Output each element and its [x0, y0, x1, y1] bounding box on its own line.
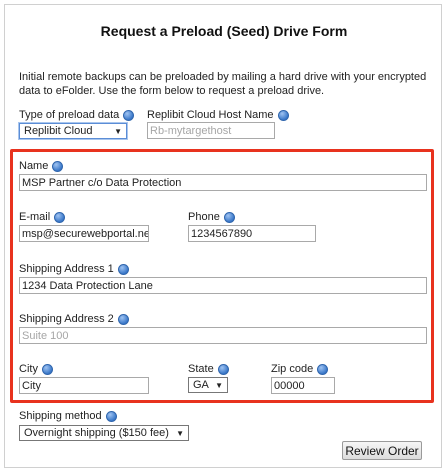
address1-label: Shipping Address 1	[19, 263, 129, 275]
chevron-down-icon: ▼	[114, 126, 122, 136]
help-icon[interactable]	[223, 211, 235, 223]
zip-input[interactable]: 00000	[271, 377, 335, 394]
city-label: City	[19, 363, 53, 375]
preload-type-label: Type of preload data	[19, 109, 135, 121]
help-icon[interactable]	[277, 109, 289, 121]
help-icon[interactable]	[52, 160, 64, 172]
help-icon[interactable]	[217, 363, 229, 375]
name-input[interactable]: MSP Partner c/o Data Protection	[19, 174, 427, 191]
state-select[interactable]: GA ▼	[188, 377, 228, 393]
shipping-method-label: Shipping method	[19, 410, 117, 422]
name-label: Name	[19, 160, 64, 172]
email-input[interactable]: msp@securewebportal.ne	[19, 225, 149, 242]
preload-type-select[interactable]: Replibit Cloud ▼	[19, 123, 127, 139]
address2-input[interactable]: Suite 100	[19, 327, 427, 344]
zip-label: Zip code	[271, 363, 329, 375]
help-icon[interactable]	[117, 263, 129, 275]
host-name-input[interactable]: Rb-mytargethost	[147, 122, 275, 139]
help-icon[interactable]	[105, 410, 117, 422]
address1-input[interactable]: 1234 Data Protection Lane	[19, 277, 427, 294]
email-label: E-mail	[19, 211, 66, 223]
state-label: State	[188, 363, 229, 375]
help-icon[interactable]	[54, 211, 66, 223]
phone-label: Phone	[188, 211, 235, 223]
phone-input[interactable]: 1234567890	[188, 225, 316, 242]
chevron-down-icon: ▼	[176, 428, 184, 438]
city-input[interactable]: City	[19, 377, 149, 394]
shipping-method-select[interactable]: Overnight shipping ($150 fee) ▼	[19, 425, 189, 441]
chevron-down-icon: ▼	[215, 380, 223, 390]
review-order-button[interactable]: Review Order	[342, 441, 422, 460]
form-title: Request a Preload (Seed) Drive Form	[100, 23, 348, 39]
intro-text: Initial remote backups can be preloaded …	[19, 71, 427, 97]
form-panel: Request a Preload (Seed) Drive Form Init…	[4, 4, 442, 468]
address2-label: Shipping Address 2	[19, 313, 129, 325]
help-icon[interactable]	[317, 363, 329, 375]
help-icon[interactable]	[41, 363, 53, 375]
help-icon[interactable]	[123, 109, 135, 121]
help-icon[interactable]	[117, 313, 129, 325]
host-name-label: Replibit Cloud Host Name	[147, 109, 289, 121]
